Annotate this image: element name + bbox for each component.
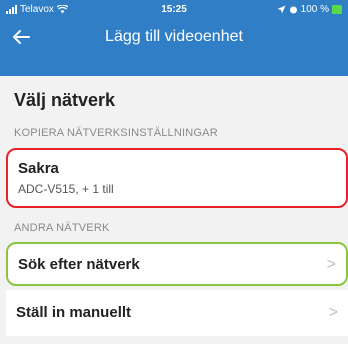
search-networks-item[interactable]: Sök efter nätverk > [6,242,348,286]
section-title: Välj nätverk [14,90,116,110]
network-devices: ADC-V515, + 1 till [18,182,114,196]
page-title: Lägg till videoenhet [105,28,243,45]
app-header: Telavox 15:25 100 % Lägg till videoenhet [0,0,348,76]
copy-settings-label: KOPIERA NÄTVERKSINSTÄLLNINGAR [14,127,218,139]
location-icon [277,5,286,14]
search-networks-label: Sök efter nätverk [18,256,140,273]
network-name: Sakra [18,160,59,177]
battery-percentage: 100 % [300,4,329,15]
manual-setup-label: Ställ in manuellt [16,304,132,321]
status-bar: Telavox 15:25 100 % [0,0,348,20]
chevron-right-icon: > [328,304,338,321]
other-networks-label: ANDRA NÄTVERK [14,222,110,234]
alarm-icon [289,6,297,14]
network-item-sakra[interactable]: Sakra ADC-V515, + 1 till [6,148,348,208]
chevron-right-icon: > [326,256,336,273]
manual-setup-item[interactable]: Ställ in manuellt > [6,290,348,336]
battery-charging-icon [332,5,342,14]
